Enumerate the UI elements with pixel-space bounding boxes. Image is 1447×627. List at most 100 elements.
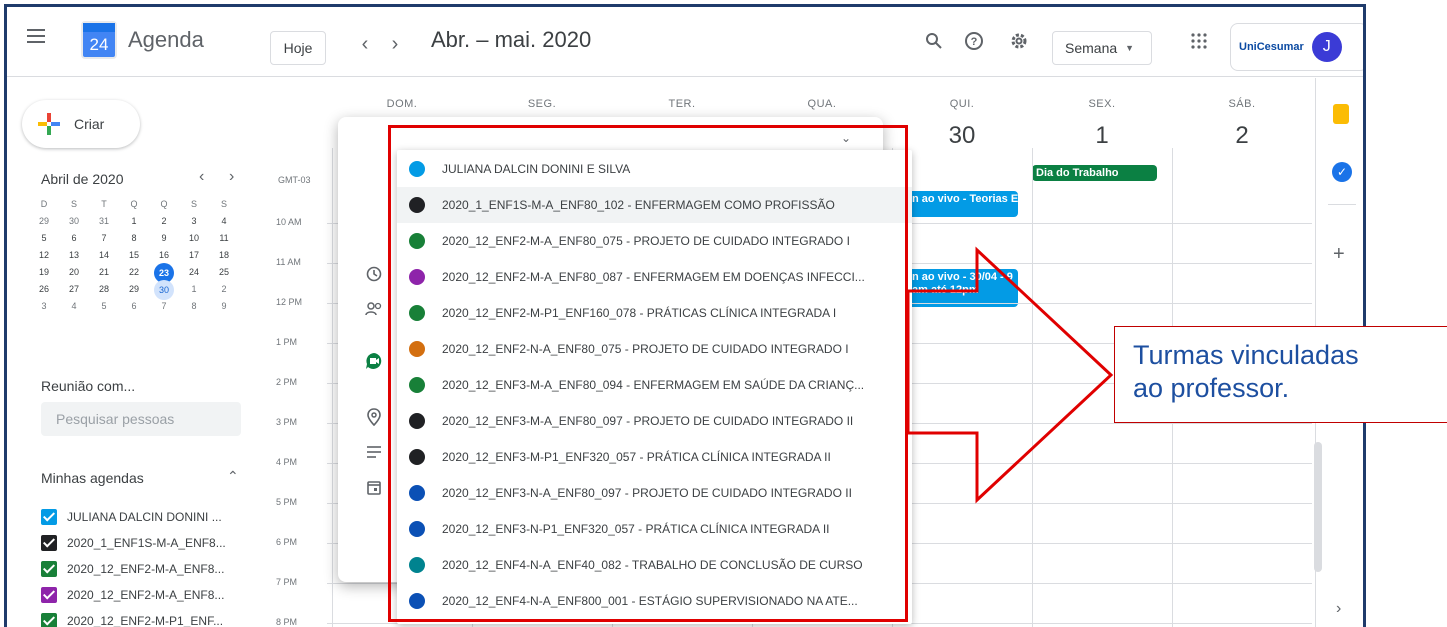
mini-calendar-day-number: 26: [38, 284, 49, 294]
calendar-list-item[interactable]: JULIANA DALCIN DONINI ...: [41, 504, 261, 530]
mini-calendar-day[interactable]: 12: [29, 247, 59, 264]
mini-calendar-day[interactable]: 3: [29, 298, 59, 315]
annotation-line-2: ao professor.: [1133, 373, 1290, 403]
calendar-list-item[interactable]: 2020_12_ENF2-M-A_ENF8...: [41, 556, 261, 582]
chevron-down-icon: ▼: [1125, 43, 1135, 53]
mini-calendar-day[interactable]: 19: [29, 264, 59, 281]
weekday-initial: S: [70, 199, 77, 209]
mini-calendar-day[interactable]: 26: [29, 281, 59, 298]
mini-calendar-day[interactable]: 5: [89, 298, 119, 315]
calendar-checkbox[interactable]: [41, 509, 57, 525]
weekday-initial: S: [220, 199, 227, 209]
top-bar: 24 Agenda Hoje ‹ › Abr. – mai. 2020 ? Se…: [7, 7, 1363, 77]
day-header[interactable]: SEX. 1: [1032, 98, 1172, 150]
mini-calendar-day[interactable]: 7: [149, 298, 179, 315]
mini-calendar-day[interactable]: 16: [149, 247, 179, 264]
calendar-list-item[interactable]: 2020_1_ENF1S-M-A_ENF8...: [41, 530, 261, 556]
mini-calendar-day[interactable]: 2: [149, 213, 179, 230]
add-addon-icon[interactable]: +: [1333, 243, 1345, 266]
day-name: SÁB.: [1228, 98, 1256, 110]
mini-calendar-day[interactable]: 5: [29, 230, 59, 247]
create-label: Criar: [74, 116, 105, 132]
calendar-checkbox[interactable]: [41, 587, 57, 603]
mini-calendar-day[interactable]: 21: [89, 264, 119, 281]
calendar-checkbox[interactable]: [41, 613, 57, 627]
mini-calendar-day[interactable]: 10: [179, 230, 209, 247]
search-icon[interactable]: [922, 29, 946, 53]
org-logo: UniCesumar: [1239, 41, 1304, 53]
mini-calendar-day[interactable]: 20: [59, 264, 89, 281]
mini-calendar-day[interactable]: 27: [59, 281, 89, 298]
calendar-list-item[interactable]: 2020_12_ENF2-M-A_ENF8...: [41, 582, 261, 608]
mini-calendar-day-number: 13: [68, 250, 79, 260]
day-header[interactable]: SÁB. 2: [1172, 98, 1312, 150]
left-sidebar: Criar Abril de 2020 ‹ › D S T Q Q S S 29 30 31 1 2 3…: [7, 78, 262, 627]
search-people-input[interactable]: Pesquisar pessoas: [41, 402, 241, 436]
day-number[interactable]: 1: [1032, 122, 1172, 150]
help-icon[interactable]: ?: [962, 29, 986, 53]
settings-gear-icon[interactable]: [1007, 29, 1031, 53]
mini-calendar-day[interactable]: 25: [209, 264, 239, 281]
mini-calendar-day[interactable]: 8: [179, 298, 209, 315]
mini-calendar-day[interactable]: 18: [209, 247, 239, 264]
mini-calendar-day[interactable]: 1: [179, 281, 209, 298]
mini-calendar-day[interactable]: 6: [59, 230, 89, 247]
mini-calendar-day-number: 27: [68, 284, 79, 294]
create-button[interactable]: Criar: [22, 100, 140, 148]
mini-calendar-day[interactable]: 13: [59, 247, 89, 264]
hour-label: 5 PM: [276, 497, 298, 507]
mini-calendar-day-number: 2: [161, 216, 167, 226]
mini-calendar-day[interactable]: 4: [209, 213, 239, 230]
previous-week-button[interactable]: ‹: [353, 33, 377, 56]
account-switcher[interactable]: UniCesumar J: [1230, 23, 1363, 71]
mini-calendar-day[interactable]: 9: [149, 230, 179, 247]
calendar-checkbox[interactable]: [41, 535, 57, 551]
mini-calendar-day[interactable]: 1: [119, 213, 149, 230]
mini-calendar-day[interactable]: 22: [119, 264, 149, 281]
today-button[interactable]: Hoje: [270, 31, 326, 65]
mini-calendar-day-number: 20: [68, 267, 79, 277]
mini-calendar-day[interactable]: 29: [119, 281, 149, 298]
mini-calendar-day[interactable]: 31: [89, 213, 119, 230]
mini-calendar-day[interactable]: 23: [149, 263, 179, 283]
mini-calendar-day[interactable]: 3: [179, 213, 209, 230]
next-week-button[interactable]: ›: [383, 33, 407, 56]
mini-next-month-button[interactable]: ›: [229, 168, 234, 186]
mini-calendar-day[interactable]: 17: [179, 247, 209, 264]
calendar-list-item[interactable]: 2020_12_ENF2-M-P1_ENF...: [41, 608, 261, 627]
mini-calendar-day[interactable]: 4: [59, 298, 89, 315]
calendar-checkbox[interactable]: [41, 561, 57, 577]
mini-calendar-day[interactable]: 30: [149, 280, 179, 300]
mini-calendar-day[interactable]: 15: [119, 247, 149, 264]
mini-calendar-day[interactable]: 14: [89, 247, 119, 264]
calendar-label: 2020_12_ENF2-M-A_ENF8...: [67, 562, 225, 576]
hour-label: 3 PM: [276, 417, 298, 427]
meet-video-icon: [364, 351, 384, 371]
day-number[interactable]: 2: [1172, 122, 1312, 150]
event-chip[interactable]: n ao vivo - Teorias E: [908, 191, 1018, 217]
mini-calendar-day[interactable]: 29: [29, 213, 59, 230]
day-number[interactable]: 30: [892, 122, 1032, 150]
mini-calendar-day[interactable]: 9: [209, 298, 239, 315]
apps-grid-icon[interactable]: [1187, 29, 1211, 53]
expand-panel-icon[interactable]: ›: [1336, 600, 1341, 618]
avatar[interactable]: J: [1311, 32, 1342, 62]
mini-calendar-day[interactable]: 6: [119, 298, 149, 315]
collapse-chevron-icon[interactable]: ⌃: [227, 468, 239, 485]
mini-calendar-day[interactable]: 28: [89, 281, 119, 298]
mini-calendar-day[interactable]: 7: [89, 230, 119, 247]
view-selector[interactable]: Semana ▼: [1052, 31, 1152, 65]
mini-calendar-day[interactable]: 2: [209, 281, 239, 298]
scrollbar[interactable]: [1314, 442, 1322, 572]
mini-calendar-day[interactable]: 30: [59, 213, 89, 230]
keep-icon[interactable]: [1333, 104, 1349, 124]
main-menu-icon[interactable]: [27, 29, 45, 43]
mini-calendar-day[interactable]: 8: [119, 230, 149, 247]
day-header[interactable]: QUI. 30: [892, 98, 1032, 150]
mini-prev-month-button[interactable]: ‹: [199, 168, 204, 186]
callout-arrow: [906, 246, 1114, 504]
holiday-event[interactable]: Dia do Trabalho: [1032, 165, 1157, 181]
mini-calendar-day[interactable]: 24: [179, 264, 209, 281]
tasks-icon[interactable]: ✓: [1332, 162, 1352, 182]
mini-calendar-day[interactable]: 11: [209, 230, 239, 247]
